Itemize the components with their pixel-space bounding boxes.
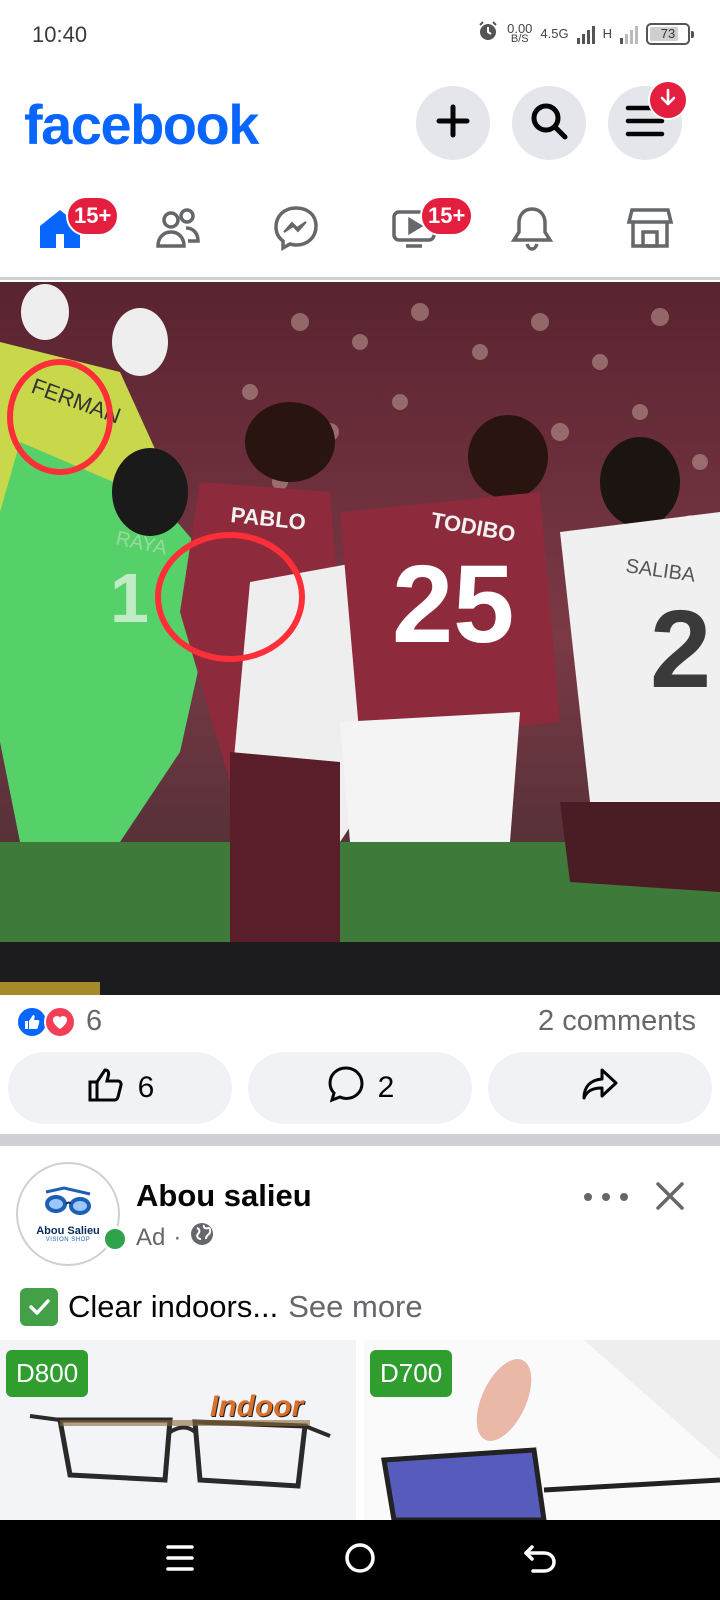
post-divider: [0, 1134, 720, 1146]
tab-marketplace[interactable]: [600, 190, 700, 270]
tab-friends[interactable]: [128, 190, 228, 270]
tab-home[interactable]: 15+: [10, 190, 120, 270]
price-tag: D700: [370, 1350, 453, 1397]
tab-notifications[interactable]: [482, 190, 582, 270]
thumbs-up-icon: [86, 1064, 126, 1112]
avatar[interactable]: Abou Salieu VISION SHOP: [16, 1162, 120, 1266]
ad-label: Ad: [136, 1223, 166, 1251]
comments-count[interactable]: 2 comments: [538, 1005, 696, 1038]
ad-text-body: Clear indoors...: [68, 1289, 279, 1324]
back-button[interactable]: [510, 1538, 570, 1582]
reaction-count: 6: [86, 1005, 103, 1037]
home-badge: 15+: [66, 196, 120, 236]
like-count: 6: [137, 1071, 155, 1104]
player-b-number: 25: [392, 543, 514, 666]
menu-lines-icon: [164, 1543, 196, 1578]
menu-badge: [648, 80, 688, 120]
messenger-icon: [272, 204, 320, 257]
glasses-logo-icon: [40, 1185, 96, 1223]
carousel-card[interactable]: D800 Indoor: [0, 1340, 356, 1520]
ad-text: Clear indoors... See more: [20, 1288, 423, 1326]
keeper-number: 1: [110, 559, 149, 637]
plus-icon: [435, 103, 471, 144]
system-nav-bar: [0, 1520, 720, 1600]
reactions-summary[interactable]: 6 2 comments: [0, 995, 720, 1045]
alarm-icon: [477, 20, 499, 47]
comment-icon: [326, 1064, 366, 1112]
ad-meta: Ad ·: [136, 1221, 215, 1254]
ad-page-name[interactable]: Abou salieu: [136, 1178, 312, 1214]
status-bar: 10:40 0.00 B/S 4.5G H 73: [0, 0, 720, 72]
signal-icon: [576, 24, 595, 44]
search-icon: [529, 101, 569, 146]
post-actions: 6 2: [0, 1052, 720, 1128]
price-tag: D800: [6, 1350, 89, 1397]
status-indicators: 0.00 B/S 4.5G H 73: [477, 20, 694, 47]
love-reaction-icon: [44, 1006, 76, 1038]
indoor-label: Indoor: [210, 1390, 304, 1423]
meta-separator: ·: [173, 1223, 182, 1251]
like-button[interactable]: 6: [8, 1052, 232, 1124]
menu-button[interactable]: [608, 80, 688, 160]
back-icon: [523, 1542, 557, 1579]
tab-video[interactable]: 15+: [364, 190, 474, 270]
see-more-link[interactable]: See more: [288, 1289, 422, 1325]
download-arrow-icon: [657, 87, 679, 114]
video-badge: 15+: [420, 196, 474, 236]
globe-icon: [189, 1221, 215, 1254]
more-options-button[interactable]: [584, 1182, 628, 1212]
home-button[interactable]: [330, 1538, 390, 1582]
comment-button[interactable]: 2: [248, 1052, 472, 1124]
comment-count: 2: [377, 1071, 395, 1104]
marketplace-icon: [626, 204, 674, 257]
friends-icon: [154, 204, 202, 257]
post-image[interactable]: FERMAN RAYA 1 PABLO TODIBO 25 SALIBA 2: [0, 282, 720, 995]
signal-icon-2: [620, 24, 638, 44]
recent-apps-button[interactable]: [150, 1538, 210, 1582]
search-button[interactable]: [512, 86, 586, 160]
online-status-dot: [102, 1226, 128, 1252]
create-button[interactable]: [416, 86, 490, 160]
ad-carousel[interactable]: D800 Indoor D700: [0, 1340, 720, 1520]
tab-bar: 15+ 15+: [0, 180, 720, 280]
share-icon: [580, 1064, 620, 1112]
share-button[interactable]: [488, 1052, 712, 1124]
network-h: H: [602, 26, 612, 41]
status-time: 10:40: [32, 22, 88, 47]
app-header: facebook: [0, 72, 720, 180]
facebook-logo[interactable]: facebook: [24, 92, 259, 157]
network-speed: 0.00 B/S: [507, 20, 533, 45]
battery-icon: 73: [646, 22, 694, 45]
close-ad-button[interactable]: [650, 1176, 690, 1216]
carousel-card[interactable]: D700: [364, 1340, 720, 1520]
bell-icon: [508, 204, 556, 257]
player-c-number: 2: [650, 588, 711, 711]
circle-icon: [343, 1541, 377, 1580]
reaction-icons: [16, 1006, 76, 1038]
tab-messenger[interactable]: [246, 190, 346, 270]
close-icon: [650, 1182, 690, 1220]
network-type: 4.5G: [540, 26, 569, 41]
checkmark-icon: [20, 1288, 58, 1326]
